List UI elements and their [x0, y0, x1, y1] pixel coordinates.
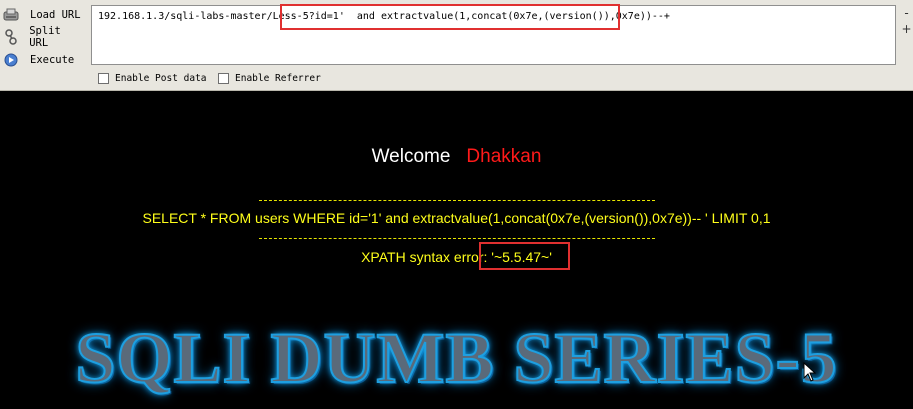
load-url-button[interactable]: Load URL [0, 4, 84, 26]
hackbar-toolbar: Load URL Split URL Execute 192.168.1.3/s… [0, 0, 913, 91]
enable-referrer-label: Enable Referrer [235, 73, 321, 84]
enable-referrer-checkbox[interactable]: Enable Referrer [218, 73, 321, 84]
split-url-icon [0, 26, 21, 48]
split-url-button[interactable]: Split URL [0, 25, 84, 49]
load-url-icon [0, 4, 22, 26]
divider-top [259, 200, 655, 201]
execute-label: Execute [30, 54, 75, 66]
expand-control[interactable]: + [900, 22, 913, 36]
mouse-cursor-icon [803, 361, 817, 382]
shrink-control[interactable]: - [900, 6, 913, 20]
sqli-series-banner: SQLI DUMB SERIES-5 [74, 317, 838, 399]
welcome-label: Welcome [371, 146, 451, 167]
xpath-error-message: XPATH syntax error: '~5.5.47~' [361, 249, 552, 265]
error-value-highlight [479, 242, 570, 270]
load-url-label: Load URL [30, 9, 81, 21]
divider-bottom [259, 238, 655, 239]
welcome-heading: Welcome Dhakkan [0, 146, 913, 168]
url-payload-highlight [280, 4, 620, 30]
enable-post-data-checkbox[interactable]: Enable Post data [98, 73, 207, 84]
execute-icon [0, 49, 22, 71]
execute-button[interactable]: Execute [0, 49, 84, 71]
welcome-name: Dhakkan [466, 146, 542, 167]
checkbox-box[interactable] [98, 73, 109, 84]
enable-post-data-label: Enable Post data [115, 73, 207, 84]
split-url-label: Split URL [29, 25, 61, 49]
sql-query-text: SELECT * FROM users WHERE id='1' and ext… [142, 210, 771, 226]
checkbox-box[interactable] [218, 73, 229, 84]
